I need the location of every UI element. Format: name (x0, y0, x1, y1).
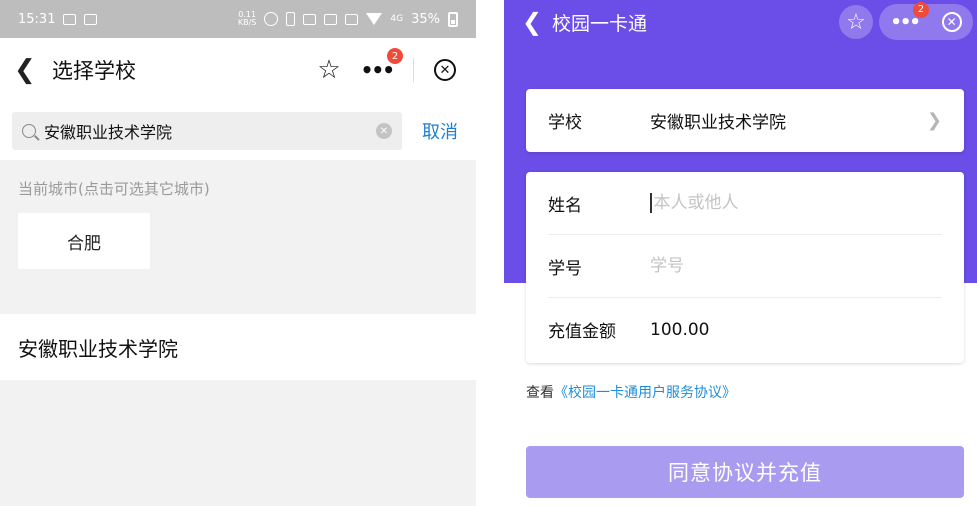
school-select-screen: 15:31 0.11 KB/S 4G 35% ❮ 选择学校 ☆ ••• 2 ✕ … (0, 0, 476, 506)
star-icon[interactable]: ☆ (317, 57, 340, 83)
nav-bar: ❮ 校园一卡通 ☆ ••• 2 ✕ (504, 0, 977, 44)
menu-capsule: ••• 2 ✕ (879, 1, 973, 40)
more-icon[interactable]: ••• 2 (361, 48, 403, 82)
search-icon (22, 124, 36, 138)
page-title: 选择学校 (52, 59, 136, 83)
alarm-icon (264, 12, 279, 26)
school-selector[interactable]: 学校 安徽职业技术学院 ❯ (526, 89, 964, 152)
nav-bar: ❮ 选择学校 ☆ ••• 2 ✕ (0, 38, 476, 102)
student-id-field[interactable] (650, 256, 910, 276)
agree-and-recharge-button[interactable]: 同意协议并充值 (526, 446, 964, 498)
search-input[interactable] (44, 121, 376, 141)
name-field[interactable] (653, 193, 914, 213)
amount-field[interactable] (650, 319, 910, 340)
agreement-link[interactable]: 《校园一卡通用户服务协议》 (554, 385, 736, 401)
agreement-prefix: 查看 (526, 385, 554, 401)
amount-row: 充值金额 (548, 298, 942, 361)
net-speed: 0.11 KB/S (238, 11, 257, 27)
clear-icon[interactable]: ✕ (376, 123, 392, 139)
close-circle-icon[interactable]: ✕ (434, 59, 456, 81)
volte-icon (345, 13, 359, 25)
name-label: 姓名 (548, 195, 582, 216)
back-chevron-icon[interactable]: ❮ (14, 55, 44, 85)
battery-percent: 35% (411, 11, 440, 27)
city-hint: 当前城市(点击可选其它城市) (18, 180, 210, 198)
status-bar: 15:31 0.11 KB/S 4G 35% (0, 0, 476, 38)
status-time: 15:31 (18, 11, 56, 27)
nfc-icon (324, 13, 338, 25)
chevron-right-icon: ❯ (926, 110, 942, 131)
name-row: 姓名 (548, 172, 942, 235)
close-circle-icon[interactable]: ✕ (941, 12, 962, 32)
search-box: ✕ (12, 112, 402, 150)
student-id-row: 学号 (548, 235, 942, 298)
amount-label: 充值金额 (548, 322, 616, 342)
screenshot-icon (303, 13, 317, 25)
more-icon[interactable]: ••• 2 (890, 1, 929, 33)
wifi-icon (366, 13, 383, 25)
city-chip[interactable]: 合肥 (18, 213, 150, 269)
campus-card-screen: ❮ 校园一卡通 ☆ ••• 2 ✕ 学校 安徽职业技术学院 ❯ 姓名 学号 充值… (504, 0, 977, 506)
recharge-form: 姓名 学号 充值金额 (526, 172, 964, 363)
image-icon (84, 13, 98, 25)
star-icon[interactable]: ☆ (839, 5, 873, 39)
school-result-item[interactable]: 安徽职业技术学院 (0, 314, 476, 380)
school-value: 安徽职业技术学院 (650, 113, 786, 133)
network-type: 4G (390, 14, 404, 24)
notification-badge: 2 (912, 1, 929, 18)
battery-icon (448, 11, 458, 27)
nav-divider (413, 58, 414, 82)
school-label: 学校 (548, 113, 582, 133)
student-id-label: 学号 (548, 258, 582, 279)
search-row: ✕ 取消 (0, 102, 476, 160)
notification-badge: 2 (387, 48, 403, 64)
agreement-text: 查看《校园一卡通用户服务协议》 (526, 382, 736, 402)
page-title: 校园一卡通 (552, 12, 648, 35)
text-caret (650, 193, 652, 213)
keyboard-icon (63, 13, 77, 25)
back-chevron-icon[interactable]: ❮ (522, 8, 550, 36)
phone-icon (286, 12, 296, 26)
net-speed-unit: KB/S (237, 18, 257, 27)
cancel-button[interactable]: 取消 (422, 118, 458, 144)
